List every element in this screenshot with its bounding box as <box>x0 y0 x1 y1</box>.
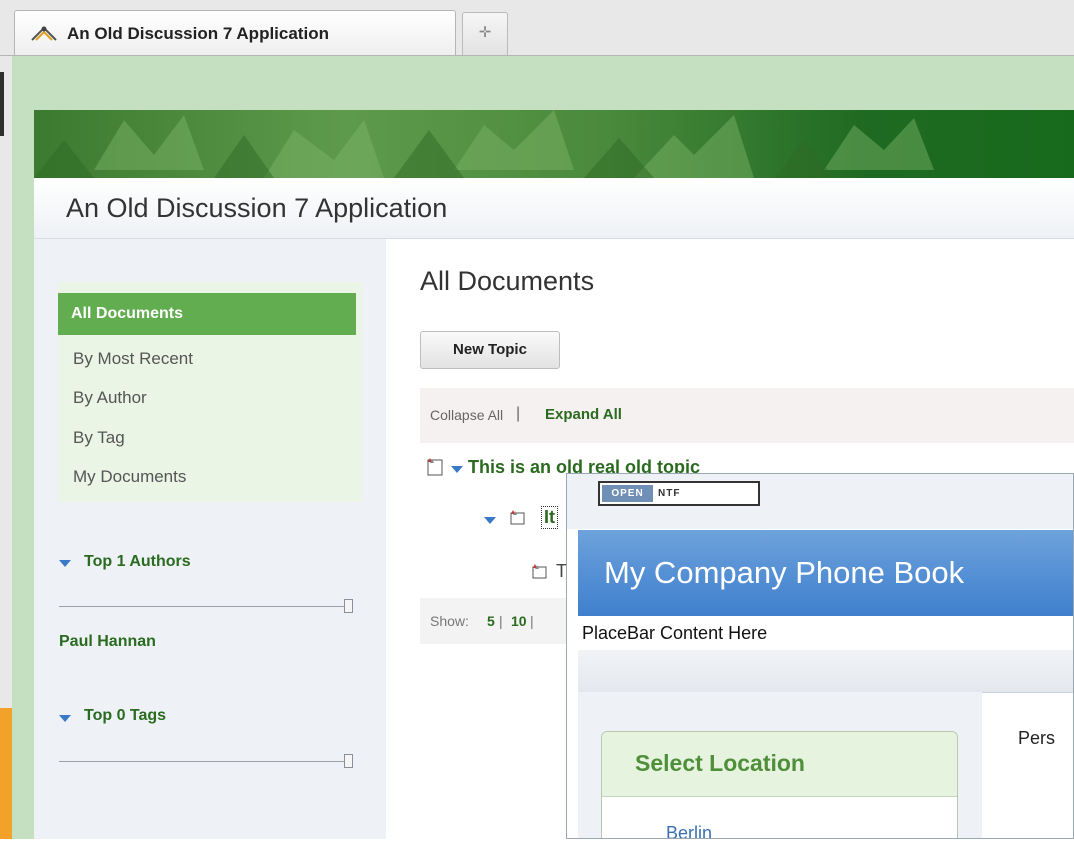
collapse-all-link[interactable]: Collapse All <box>430 407 503 423</box>
tags-slider-thumb[interactable] <box>344 754 353 768</box>
openntf-logo-ntf: NTF <box>658 488 681 499</box>
tags-slider-track[interactable] <box>59 761 344 762</box>
openntf-logo: OPEN NTF <box>598 481 760 506</box>
nav-item-by-most-recent[interactable]: By Most Recent <box>73 349 193 369</box>
authors-slider-track[interactable] <box>59 606 344 607</box>
leaf-pattern <box>34 110 934 178</box>
show-5-link[interactable]: 5 <box>487 613 495 629</box>
expand-all-link[interactable]: Expand All <box>545 406 622 423</box>
separator: | <box>530 613 534 629</box>
select-location-title: Select Location <box>635 750 805 776</box>
browser-tab-active[interactable]: An Old Discussion 7 Application <box>14 10 456 56</box>
separator: | <box>499 613 503 629</box>
placebar-text: PlaceBar Content Here <box>582 623 768 643</box>
new-tab-icon: ✛ <box>478 24 492 41</box>
separator: | <box>516 405 521 422</box>
phone-book-title: My Company Phone Book <box>604 555 965 590</box>
nav-item-by-tag[interactable]: By Tag <box>73 428 125 448</box>
persons-heading: Pers <box>1018 728 1056 748</box>
expand-triangle-icon[interactable] <box>484 517 496 524</box>
leaf-banner <box>34 110 1074 178</box>
response-icon <box>532 564 547 579</box>
nav-item-label: All Documents <box>71 305 184 322</box>
top-tags-header[interactable]: Top 0 Tags <box>84 707 166 725</box>
window-edge-orange-strip <box>0 708 12 839</box>
response-link[interactable]: It <box>541 506 558 529</box>
app-title: An Old Discussion 7 Application <box>66 193 448 223</box>
collapse-triangle-icon[interactable] <box>59 560 71 567</box>
page-title: All Documents <box>420 266 595 296</box>
authors-slider-thumb[interactable] <box>344 599 353 613</box>
top-authors-header[interactable]: Top 1 Authors <box>84 553 191 571</box>
show-10-link[interactable]: 10 <box>511 613 527 629</box>
show-label: Show: <box>430 613 469 629</box>
expand-triangle-icon[interactable] <box>451 466 463 473</box>
new-tab-button[interactable]: ✛ <box>462 12 508 56</box>
new-topic-button[interactable]: New Topic <box>420 331 560 369</box>
app-icon <box>31 26 57 41</box>
phone-book-toolbar <box>578 650 1074 693</box>
location-item-berlin[interactable]: Berlin <box>666 823 712 844</box>
window-edge-dark-strip <box>0 72 4 136</box>
openntf-logo-open: OPEN <box>602 485 653 502</box>
browser-tab-title: An Old Discussion 7 Application <box>67 24 329 43</box>
collapse-triangle-icon[interactable] <box>59 715 71 722</box>
author-name-link[interactable]: Paul Hannan <box>59 633 156 651</box>
nav-item-my-documents[interactable]: My Documents <box>73 467 186 487</box>
response-icon <box>510 510 525 525</box>
document-icon <box>427 458 443 476</box>
nav-item-by-author[interactable]: By Author <box>73 388 147 408</box>
